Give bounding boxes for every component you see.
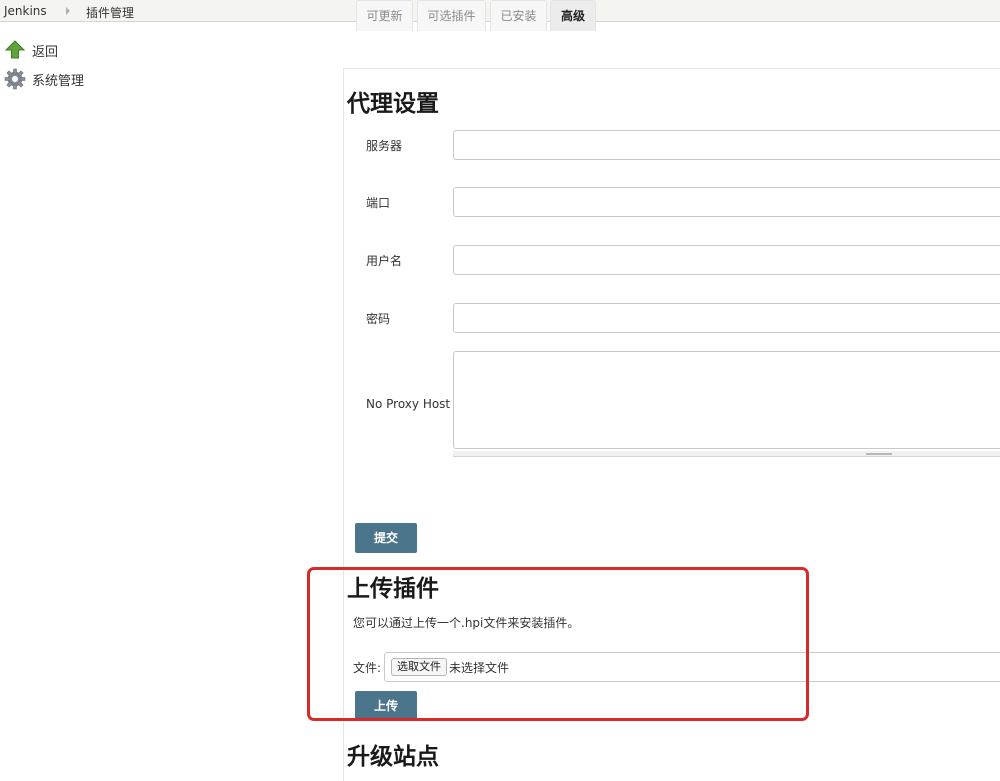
sidebar-item-label: 返回	[32, 44, 59, 60]
server-input[interactable]	[453, 130, 1000, 160]
textarea-resize-handle[interactable]	[866, 453, 892, 455]
breadcrumb-jenkins-link[interactable]: Jenkins	[4, 4, 47, 18]
no-proxy-host-textarea[interactable]	[453, 351, 1000, 449]
proxy-settings-title: 代理设置	[347, 91, 439, 117]
password-label: 密码	[366, 312, 391, 326]
server-label: 服务器	[366, 139, 403, 153]
sidebar-item-label: 系统管理	[32, 73, 85, 89]
breadcrumb-plugin-manager-link[interactable]: 插件管理	[86, 4, 134, 21]
up-arrow-icon	[4, 39, 26, 61]
sidebar-item-back[interactable]: 返回	[4, 39, 58, 61]
gear-icon	[4, 68, 26, 90]
port-label: 端口	[366, 196, 391, 210]
tab-advanced[interactable]: 高级	[550, 0, 596, 31]
tab-installed[interactable]: 已安装	[490, 0, 547, 31]
submit-button[interactable]: 提交	[355, 523, 417, 553]
breadcrumb-separator-icon	[66, 7, 70, 15]
highlight-annotation-box	[307, 567, 809, 721]
textarea-scrollbar[interactable]	[453, 451, 1000, 457]
tab-available[interactable]: 可选插件	[417, 0, 486, 31]
username-input[interactable]	[453, 245, 1000, 275]
no-proxy-host-label: No Proxy Host	[366, 397, 451, 411]
sidebar-item-system-management[interactable]: 系统管理	[4, 68, 84, 90]
update-site-title: 升级站点	[347, 744, 439, 770]
port-input[interactable]	[453, 187, 1000, 217]
username-label: 用户名	[366, 254, 403, 268]
password-input[interactable]	[453, 303, 1000, 333]
tab-updates[interactable]: 可更新	[356, 0, 413, 31]
tab-underline	[343, 68, 1000, 69]
